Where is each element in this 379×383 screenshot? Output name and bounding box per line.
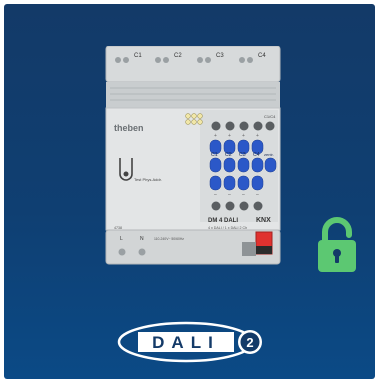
svg-text:+: + xyxy=(214,133,217,139)
blue-off-button-c3[interactable] xyxy=(237,175,250,191)
test-label: Test Phys.Addr. xyxy=(134,177,162,182)
svg-text:–: – xyxy=(214,192,217,198)
up-button-5[interactable] xyxy=(265,121,275,131)
up-button-1[interactable] xyxy=(211,121,221,131)
c1-c4-label: C1/C4 xyxy=(264,114,276,119)
blue-down-button-c2[interactable] xyxy=(223,157,236,173)
blue-down-button-c1[interactable] xyxy=(209,157,222,173)
terminal-label-c4: C4 xyxy=(258,53,266,59)
down-button-1[interactable] xyxy=(211,201,221,211)
blue-central-button[interactable] xyxy=(264,157,277,173)
dali-logo-text: DALI xyxy=(152,333,220,352)
down-button-2[interactable] xyxy=(225,201,235,211)
supply-label: 110-240V~ 50/60Hz xyxy=(154,237,184,241)
blue-off-button-c2[interactable] xyxy=(223,175,236,191)
up-button-3[interactable] xyxy=(239,121,249,131)
serial-label: 4738 xyxy=(114,226,122,230)
button-label-c1: C1 xyxy=(211,152,218,158)
brand-logo: theben xyxy=(114,123,144,133)
model-subtitle: 4 x DALI / 1 x DALI 2 Ch xyxy=(208,226,247,230)
button-label-c3: C3 xyxy=(239,152,246,158)
svg-text:+: + xyxy=(256,133,259,139)
terminal-label-n: N xyxy=(140,236,144,242)
terminal-label-c3: C3 xyxy=(216,53,224,59)
product-card: C1 C2 C3 C4 theben C1/C4 + + + + C1 C2 C… xyxy=(4,4,375,379)
blue-off-button-c4[interactable] xyxy=(251,175,264,191)
dali-gateway-device: C1 C2 C3 C4 theben C1/C4 + + + + C1 C2 C… xyxy=(105,46,281,265)
svg-text:–: – xyxy=(228,192,231,198)
svg-text:–: – xyxy=(256,192,259,198)
up-button-4[interactable] xyxy=(253,121,263,131)
down-button-4[interactable] xyxy=(253,201,263,211)
svg-text:+: + xyxy=(228,133,231,139)
central-button-label: zentr. xyxy=(264,152,274,157)
blue-down-button-c3[interactable] xyxy=(237,157,250,173)
padlock-icon xyxy=(318,217,356,272)
down-button-3[interactable] xyxy=(239,201,249,211)
model-label: DM 4 DALI xyxy=(208,218,238,224)
up-button-2[interactable] xyxy=(225,121,235,131)
terminal-label-c2: C2 xyxy=(174,53,182,59)
knx-logo: KNX xyxy=(256,217,271,224)
dali2-logo: DALI 2 xyxy=(117,321,262,363)
blue-off-button-c1[interactable] xyxy=(209,175,222,191)
svg-text:–: – xyxy=(242,192,245,198)
terminal-label-c1: C1 xyxy=(134,53,142,59)
blue-down-button-c4[interactable] xyxy=(251,157,264,173)
terminal-label-l: L xyxy=(120,236,123,242)
button-label-c4: C4 xyxy=(253,152,260,158)
svg-text:+: + xyxy=(242,133,245,139)
dali-logo-badge: 2 xyxy=(246,335,253,350)
button-label-c2: C2 xyxy=(225,152,232,158)
